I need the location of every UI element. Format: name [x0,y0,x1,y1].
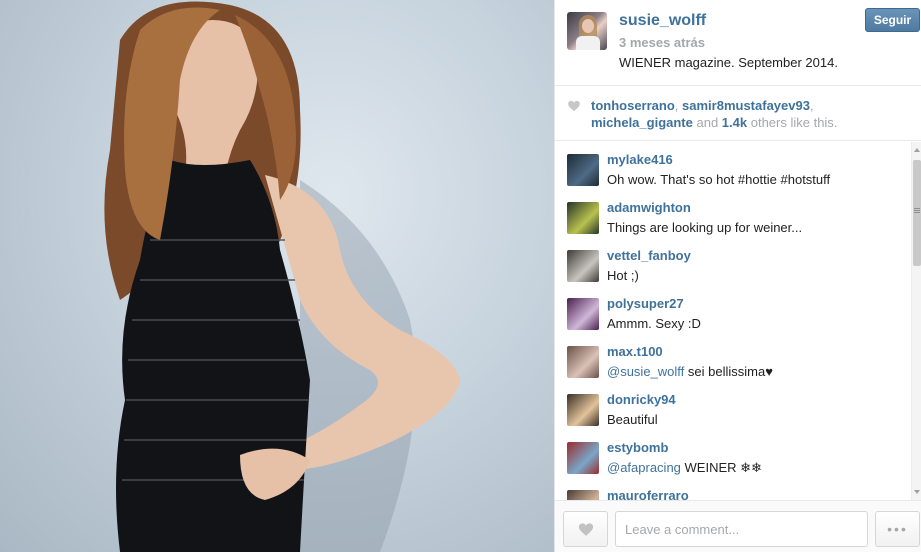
comment-item: max.t100 @susie_wolff sei bellissima♥ [555,334,913,382]
owner-username[interactable]: susie_wolff [619,12,706,30]
comment-item: mylake416 Oh wow. That's so hot #hottie … [555,142,913,190]
comment-item: polysuper27 Ammm. Sexy :D [555,286,913,334]
post-photo[interactable] [0,0,554,552]
post-caption: WIENER magazine. September 2014. [619,55,838,70]
commenter-avatar[interactable] [567,490,599,500]
comment-text: Ammm. Sexy :D [607,316,701,331]
commenter-avatar[interactable] [567,154,599,186]
post-header: susie_wolff 3 meses atrás WIENER magazin… [555,0,921,86]
comment-text: @afapracing WEINER ❄❄ [607,460,762,475]
owner-avatar[interactable] [567,12,607,50]
commenter-avatar[interactable] [567,298,599,330]
like-button[interactable] [563,511,608,547]
likes-section: tonhoserrano, samir8mustafayev93, michela… [555,87,921,141]
likes-count[interactable]: 1.4k [722,115,747,130]
liker-username[interactable]: tonhoserrano [591,98,675,113]
ellipsis-icon: ••• [887,521,908,537]
commenter-avatar[interactable] [567,202,599,234]
comment-username[interactable]: donricky94 [607,392,676,407]
more-options-button[interactable]: ••• [875,511,920,547]
comment-username[interactable]: max.t100 [607,344,663,359]
heart-icon [578,523,594,536]
comment-mention[interactable]: @susie_wolff [607,364,684,379]
comment-username[interactable]: mylake416 [607,152,673,167]
heart-icon [568,100,580,112]
comment-username[interactable]: adamwighton [607,200,691,215]
comment-username[interactable]: polysuper27 [607,296,684,311]
commenter-avatar[interactable] [567,394,599,426]
commenter-avatar[interactable] [567,250,599,282]
commenter-avatar[interactable] [567,442,599,474]
scroll-up-arrow-icon[interactable] [914,148,920,152]
comment-item: adamwighton Things are looking up for we… [555,190,913,238]
follow-button[interactable]: Seguir [865,8,920,32]
comment-item: vettel_fanboy Hot ;) [555,238,913,286]
comment-text: Hot ;) [607,268,639,283]
commenter-avatar[interactable] [567,346,599,378]
comment-text: Things are looking up for weiner... [607,220,803,235]
comment-text: @susie_wolff sei bellissima♥ [607,364,773,379]
comment-mention[interactable]: @afapracing [607,460,681,475]
post-details-panel: susie_wolff 3 meses atrás WIENER magazin… [554,0,921,552]
comment-item: donricky94 Beautiful [555,382,913,430]
liker-username[interactable]: michela_gigante [591,115,693,130]
scrollbar-thumb[interactable] [913,160,921,266]
comment-item: estybomb @afapracing WEINER ❄❄ [555,430,913,478]
likes-summary: tonhoserrano, samir8mustafayev93, michela… [591,98,838,130]
comment-item: mauroferraro [555,478,913,500]
liker-username[interactable]: samir8mustafayev93 [682,98,810,113]
comment-input[interactable] [615,511,868,547]
comment-username[interactable]: mauroferraro [607,488,689,500]
scroll-down-arrow-icon[interactable] [914,490,920,494]
comments-scrollbar[interactable] [911,142,921,500]
post-timestamp[interactable]: 3 meses atrás [619,35,705,50]
comment-text: Beautiful [607,412,658,427]
comments-list: mylake416 Oh wow. That's so hot #hottie … [555,142,913,500]
photo-illustration [104,1,460,552]
comment-footer: ••• [555,500,921,552]
comment-username[interactable]: estybomb [607,440,668,455]
comment-text: Oh wow. That's so hot #hottie #hotstuff [607,172,831,187]
comment-username[interactable]: vettel_fanboy [607,248,691,263]
